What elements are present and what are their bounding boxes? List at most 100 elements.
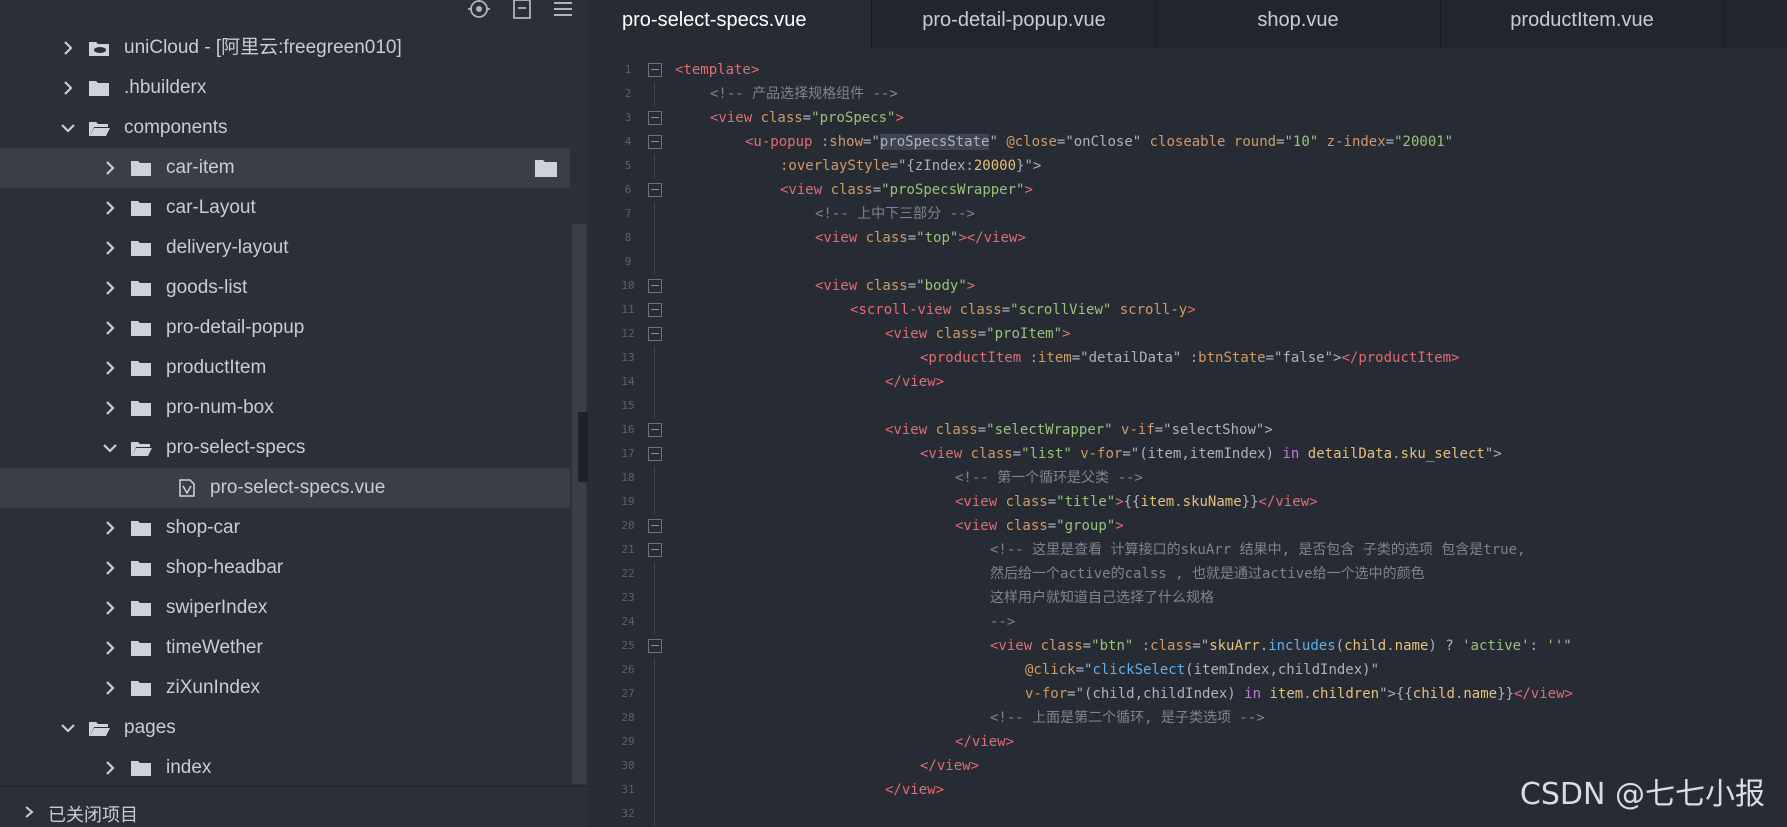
tree-folder-item[interactable]: pro-select-specs	[0, 428, 570, 468]
code-line[interactable]: 16 <view class="selectWrapper" v-if="sele…	[588, 418, 1787, 442]
fold-toggle-icon[interactable]	[648, 63, 662, 77]
closed-projects-section[interactable]: 已关闭项目	[0, 786, 588, 827]
code-line[interactable]: 13 <productItem :item="detailData" :btnSt…	[588, 346, 1787, 370]
code-line[interactable]: 1 <template>	[588, 58, 1787, 82]
code-line[interactable]: 11 <scroll-view class="scrollView" scroll…	[588, 298, 1787, 322]
code-line[interactable]: 8 <view class="top"></view>	[588, 226, 1787, 250]
code-line[interactable]: 4 <u-popup :show="proSpecsState" @close="…	[588, 130, 1787, 154]
code-line[interactable]: 24 -->	[588, 610, 1787, 634]
code-line[interactable]: 14 </view>	[588, 370, 1787, 394]
tree-file-item[interactable]: pro-select-specs.vue	[0, 468, 570, 508]
code-token: =	[872, 182, 882, 198]
fold-toggle-icon[interactable]	[648, 279, 662, 293]
code-token: "btn"	[1091, 638, 1142, 654]
collapse-all-icon[interactable]	[512, 0, 534, 20]
tab-pro-select-specs[interactable]: pro-select-specs.vue	[588, 0, 872, 48]
tree-folder-item[interactable]: car-item	[0, 148, 570, 188]
folder-open-icon	[89, 722, 110, 736]
code-token: z-index	[1326, 134, 1386, 150]
code-token: ="selectShow">	[1154, 422, 1273, 438]
line-number: 29	[621, 735, 635, 748]
code-line[interactable]: 25 <view class="btn" :class="skuArr.inclu…	[588, 634, 1787, 658]
tab-product-item[interactable]: productItem.vue	[1440, 0, 1725, 48]
line-number: 16	[621, 423, 635, 436]
tree-folder-item[interactable]: goods-list	[0, 268, 570, 308]
code-token: ="	[863, 134, 880, 150]
code-line[interactable]: 20 <view class="group">	[588, 514, 1787, 538]
fold-guide	[654, 586, 655, 610]
tree-folder-item[interactable]: pro-num-box	[0, 388, 570, 428]
code-token: <!-- 产品选择规格组件 -->	[710, 86, 898, 102]
fold-toggle-icon[interactable]	[648, 183, 662, 197]
watermark: CSDN @七七小报	[1519, 777, 1765, 812]
tree-folder-item[interactable]: uniCloud - [阿里云:freegreen010]	[0, 28, 570, 68]
code-token: class	[959, 302, 1002, 318]
tree-folder-item[interactable]: car-Layout	[0, 188, 570, 228]
code-line[interactable]: 12 <view class="proItem">	[588, 322, 1787, 346]
code-text: 这样用户就知道自己选择了什么规格	[990, 586, 1214, 610]
code-line[interactable]: 19 <view class="title">{{item.skuName}}</…	[588, 490, 1787, 514]
tree-item-label: swiperIndex	[166, 597, 268, 618]
code-line[interactable]: 29 </view>	[588, 730, 1787, 754]
code-token: .	[1303, 686, 1312, 702]
tree-folder-item[interactable]: shop-car	[0, 508, 570, 548]
fold-toggle-icon[interactable]	[648, 423, 662, 437]
tree-folder-item[interactable]: productItem	[0, 348, 570, 388]
folder-icon	[131, 161, 151, 176]
tab-pro-detail-popup[interactable]: pro-detail-popup.vue	[872, 0, 1157, 48]
sidebar-scrollbar[interactable]	[572, 224, 586, 784]
tree-folder-item[interactable]: components	[0, 108, 570, 148]
fold-toggle-icon[interactable]	[648, 327, 662, 341]
code-line[interactable]: 3 <view class="proSpecs">	[588, 106, 1787, 130]
fold-toggle-icon[interactable]	[648, 447, 662, 461]
fold-toggle-icon[interactable]	[648, 639, 662, 653]
code-text: <view class="proSpecs">	[710, 106, 904, 130]
tree-folder-item[interactable]: .hbuilderx	[0, 68, 570, 108]
tree-folder-item[interactable]: timeWether	[0, 628, 570, 668]
tree-item-label: delivery-layout	[166, 237, 289, 258]
menu-icon[interactable]	[552, 0, 574, 20]
code-line[interactable]: 23 这样用户就知道自己选择了什么规格	[588, 586, 1787, 610]
fold-toggle-icon[interactable]	[648, 111, 662, 125]
code-token: ">{{	[1379, 686, 1413, 702]
code-text: </view>	[955, 730, 1014, 754]
code-line[interactable]: 28 <!-- 上面是第二个循环, 是子类选项 -->	[588, 706, 1787, 730]
code-token: >	[895, 110, 904, 126]
tree-folder-item[interactable]: index	[0, 748, 570, 788]
code-token: child	[1344, 638, 1387, 654]
fold-toggle-icon[interactable]	[648, 519, 662, 533]
tree-folder-item[interactable]: swiperIndex	[0, 588, 570, 628]
folder-icon	[131, 201, 151, 216]
tab-shop[interactable]: shop.vue	[1156, 0, 1441, 48]
code-line[interactable]: 21 <!-- 这里是查看 计算接口的skuArr 结果中, 是否包含 子类的选项…	[588, 538, 1787, 562]
fold-toggle-icon[interactable]	[648, 303, 662, 317]
code-line[interactable]: 27 v-for="(child,childIndex) in item.chil…	[588, 682, 1787, 706]
code-line[interactable]: 26 @click="clickSelect(itemIndex,childInd…	[588, 658, 1787, 682]
code-token: scroll-y	[1119, 302, 1188, 318]
fold-guide	[654, 154, 655, 178]
line-number: 15	[621, 399, 635, 412]
tree-folder-item[interactable]: delivery-layout	[0, 228, 570, 268]
fold-guide	[654, 562, 655, 586]
code-line[interactable]: 2 <!-- 产品选择规格组件 -->	[588, 82, 1787, 106]
tree-folder-item[interactable]: shop-headbar	[0, 548, 570, 588]
code-line[interactable]: 17 <view class="list" v-for="(item,itemIn…	[588, 442, 1787, 466]
tree-folder-item[interactable]: ziXunIndex	[0, 668, 570, 708]
tree-folder-item[interactable]: pro-detail-popup	[0, 308, 570, 348]
code-line[interactable]: 5:overlayStyle="{zIndex:20000}">	[588, 154, 1787, 178]
code-line[interactable]: 7 <!-- 上中下三部分 -->	[588, 202, 1787, 226]
code-line[interactable]: 9	[588, 250, 1787, 274]
code-token: ="detailData"	[1071, 350, 1190, 366]
code-token: >	[1062, 326, 1071, 342]
tree-folder-item[interactable]: pages	[0, 708, 570, 748]
new-folder-icon[interactable]	[534, 158, 558, 178]
fold-toggle-icon[interactable]	[648, 543, 662, 557]
fold-toggle-icon[interactable]	[648, 135, 662, 149]
code-area[interactable]: 1 <template> 2 <!-- 产品选择规格组件 --> 3 <view clas…	[588, 58, 1787, 826]
code-line[interactable]: 15	[588, 394, 1787, 418]
code-line[interactable]: 18 <!-- 第一个循环是父类 -->	[588, 466, 1787, 490]
code-line[interactable]: 22 然后给一个active的calss , 也就是通过active给一个选中的颜…	[588, 562, 1787, 586]
code-line[interactable]: 6 <view class="proSpecsWrapper">	[588, 178, 1787, 202]
code-line[interactable]: 10 <view class="body">	[588, 274, 1787, 298]
target-icon[interactable]	[468, 0, 490, 20]
